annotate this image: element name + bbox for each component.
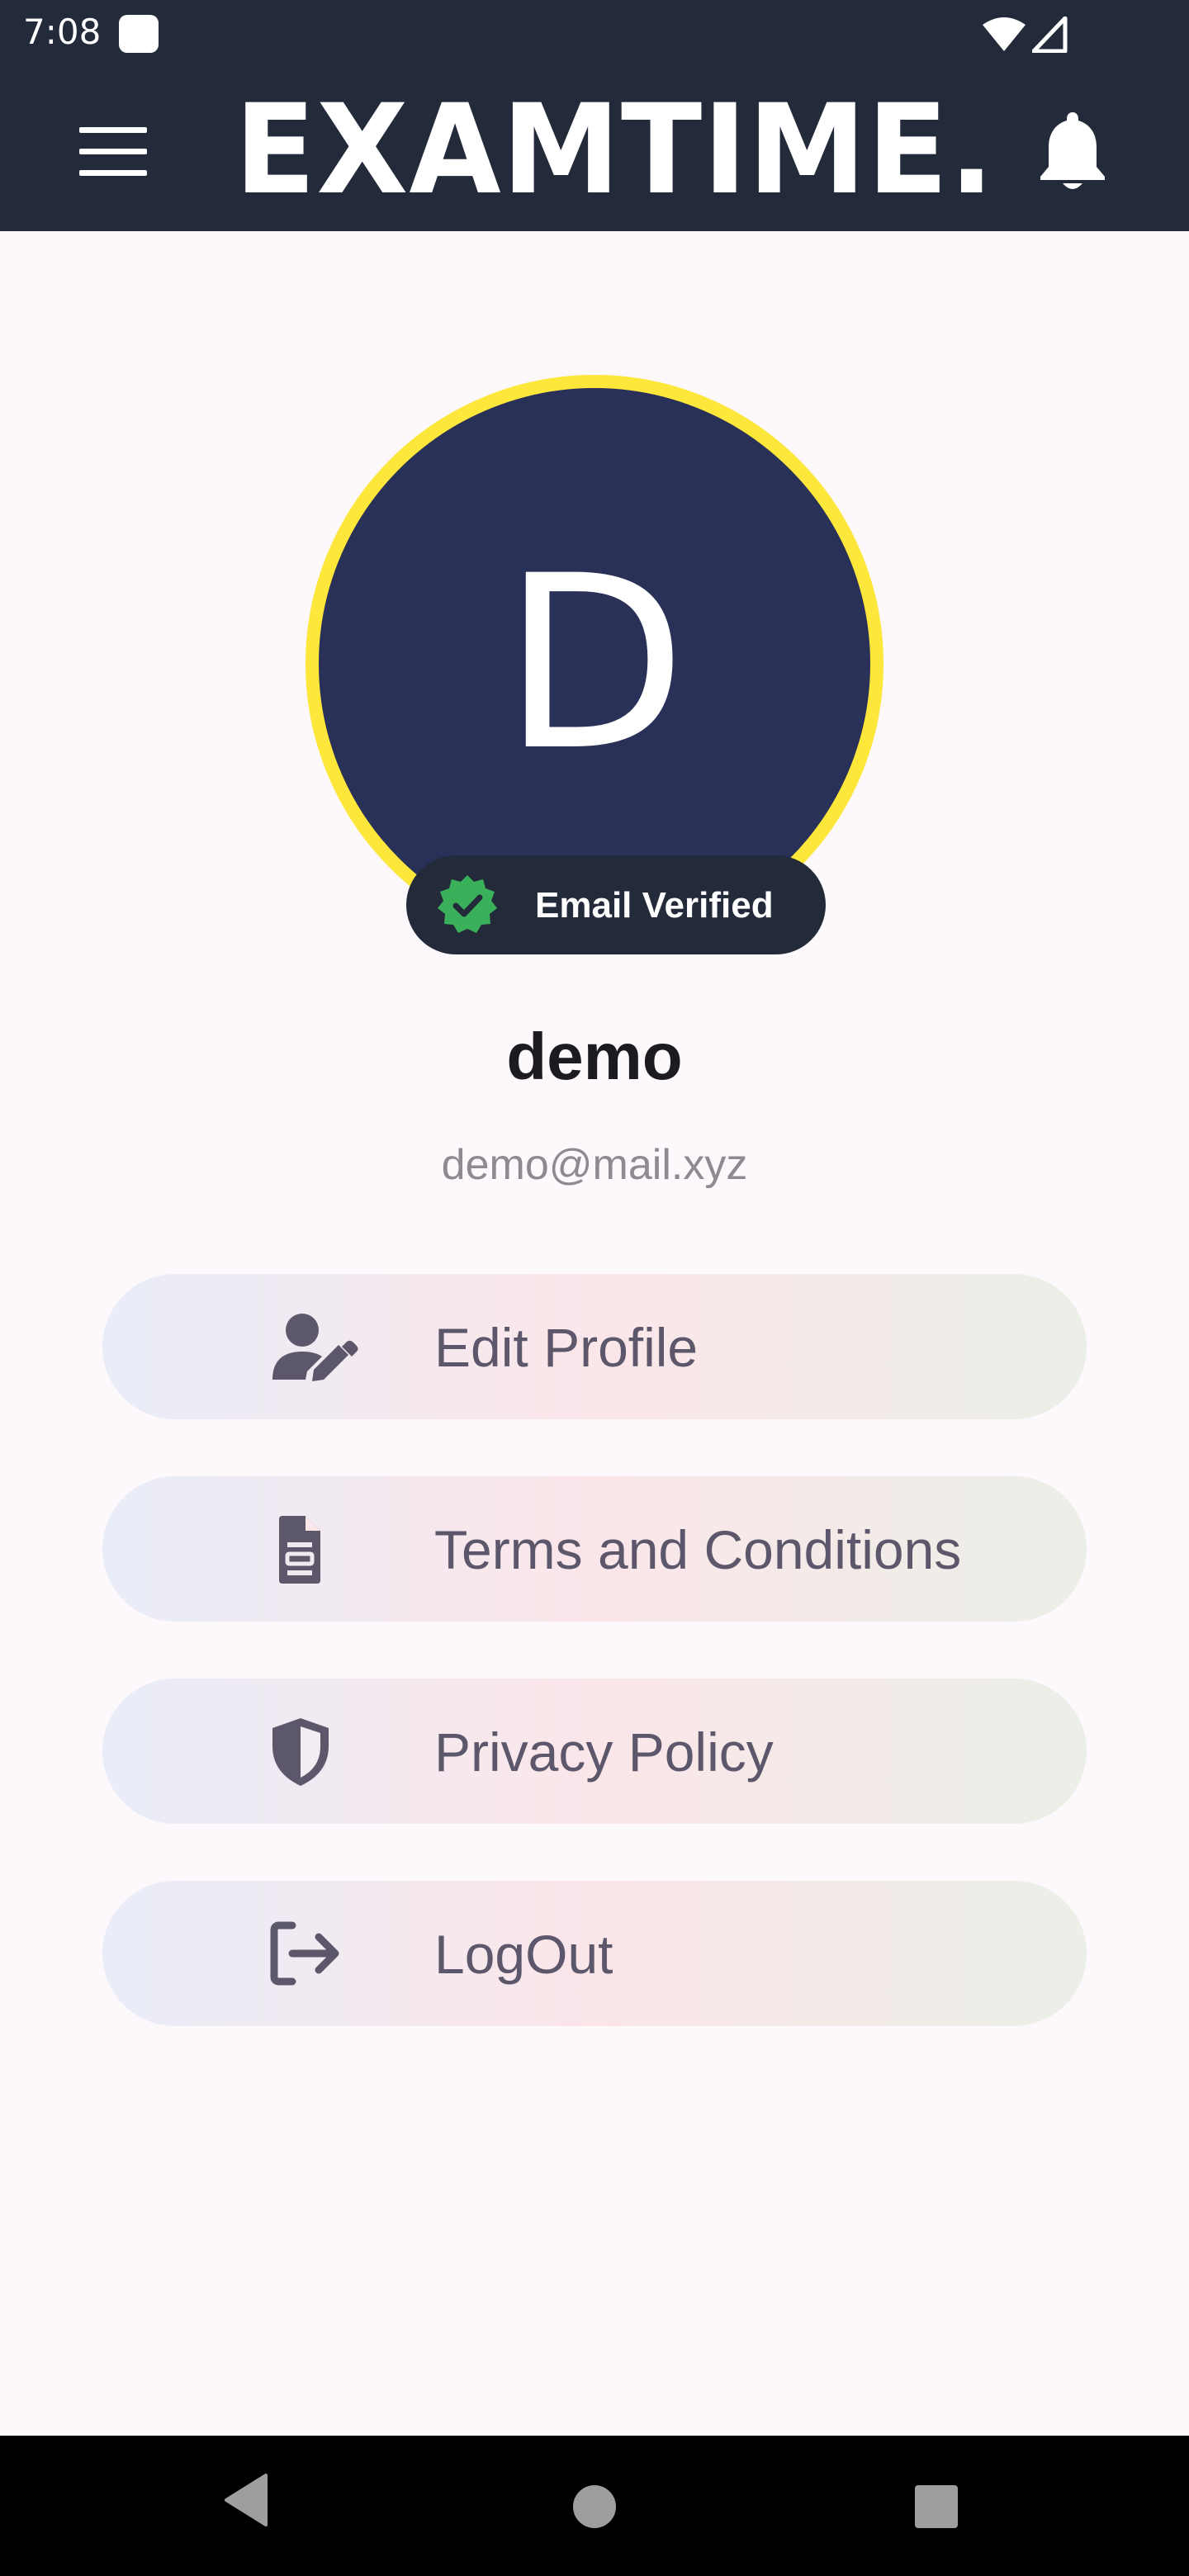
- profile-screen: 7:08 EXAMTIME. D Email Verified demo dem…: [0, 0, 1189, 2576]
- user-edit-icon: [272, 1314, 358, 1381]
- notification-app-icon: [119, 15, 159, 53]
- app-title: EXAMTIME.: [234, 78, 995, 222]
- user-name: demo: [506, 1020, 683, 1093]
- edit-profile-label: Edit Profile: [434, 1317, 699, 1378]
- logout-label: LogOut: [434, 1924, 613, 1985]
- menu-button[interactable]: [74, 124, 157, 182]
- avatar-initial: D: [502, 525, 687, 803]
- logout-icon: [270, 1921, 339, 1986]
- recents-icon[interactable]: [915, 2485, 958, 2528]
- edit-profile-button[interactable]: Edit Profile: [102, 1274, 1087, 1419]
- document-icon: [279, 1516, 320, 1584]
- back-icon[interactable]: [223, 2472, 269, 2528]
- privacy-policy-button[interactable]: Privacy Policy: [102, 1679, 1087, 1824]
- status-time: 7:08: [23, 12, 102, 52]
- logout-button[interactable]: LogOut: [102, 1881, 1087, 2026]
- verified-check-icon: [438, 875, 497, 933]
- user-email: demo@mail.xyz: [441, 1141, 748, 1189]
- wifi-icon: [983, 17, 1026, 51]
- home-icon[interactable]: [573, 2485, 616, 2528]
- email-verified-label: Email Verified: [535, 885, 774, 926]
- top-app-bar: 7:08 EXAMTIME.: [0, 0, 1189, 231]
- menu-icon-line: [79, 170, 147, 176]
- email-verified-badge: Email Verified: [406, 855, 826, 954]
- notification-bell-icon[interactable]: [1035, 109, 1110, 193]
- signal-icon: [1032, 17, 1068, 53]
- system-navigation-bar: [0, 2436, 1189, 2576]
- privacy-policy-label: Privacy Policy: [434, 1721, 774, 1783]
- terms-and-conditions-button[interactable]: Terms and Conditions: [102, 1476, 1087, 1622]
- terms-and-conditions-label: Terms and Conditions: [434, 1519, 962, 1580]
- menu-icon: [79, 127, 147, 133]
- menu-icon-line: [79, 149, 147, 154]
- shield-icon: [272, 1718, 329, 1786]
